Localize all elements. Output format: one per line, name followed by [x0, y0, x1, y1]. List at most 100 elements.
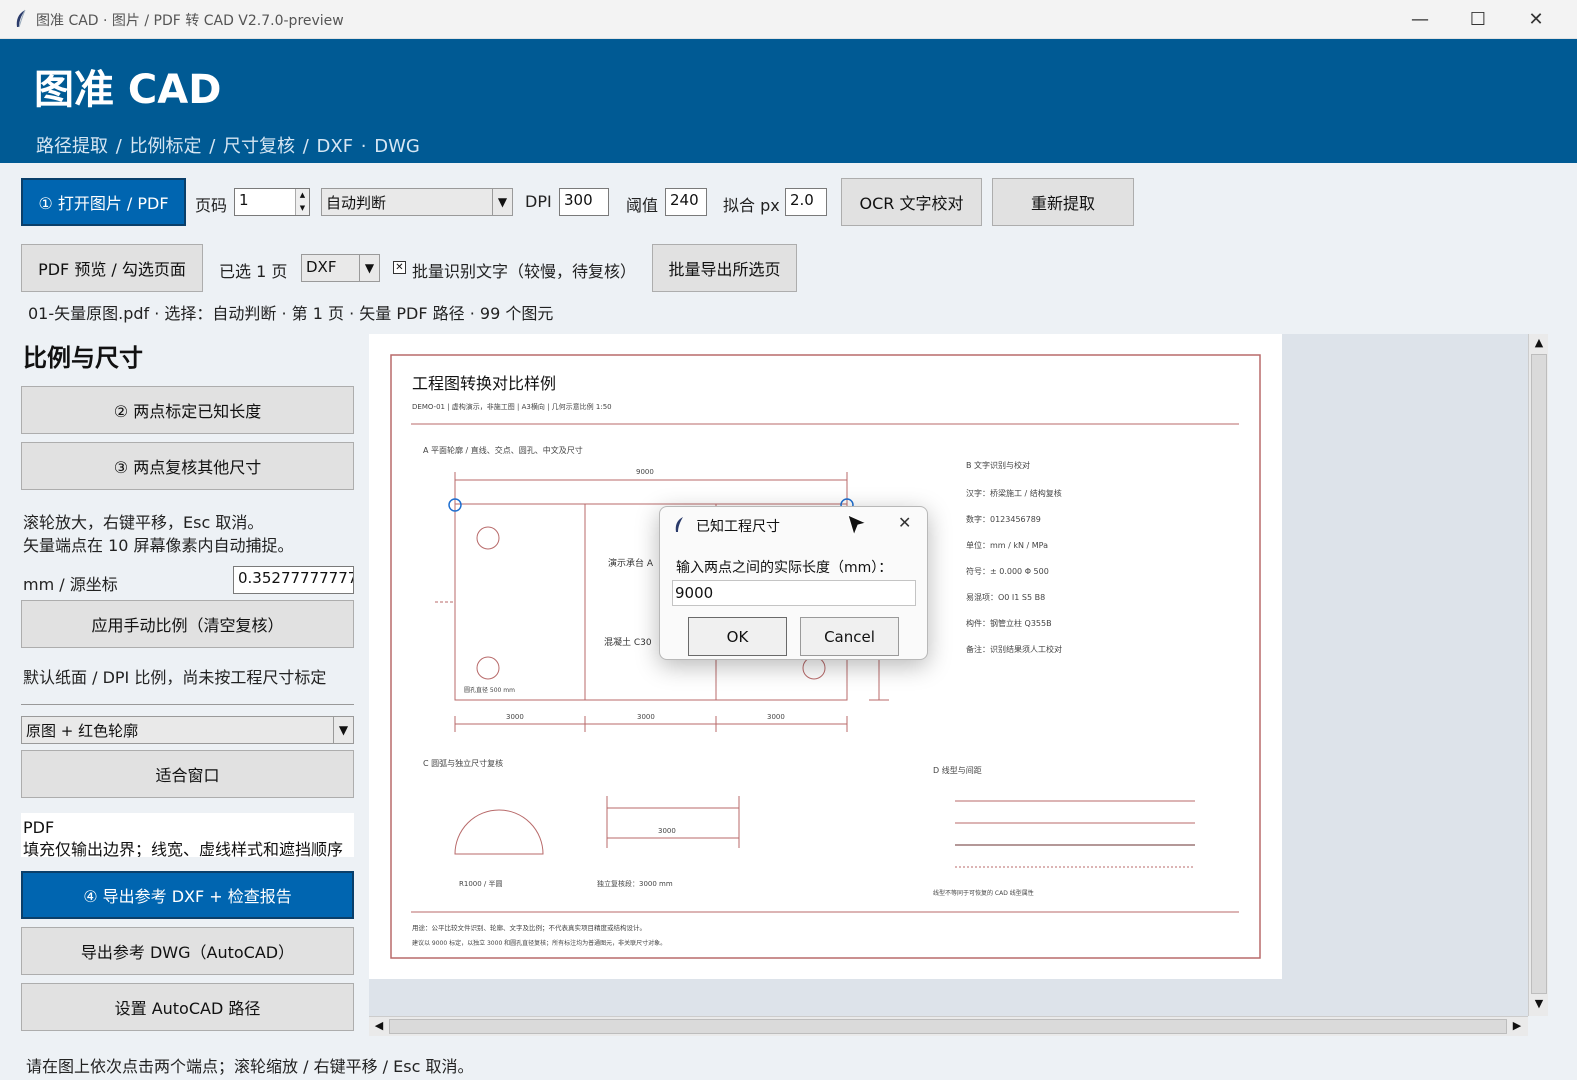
scale-input[interactable]: 0.352777777778	[233, 566, 354, 594]
page-value: 1	[239, 191, 249, 209]
length-input[interactable]: 9000	[672, 580, 916, 606]
pdf-preview-button[interactable]: PDF 预览 / 勾选页面	[21, 244, 203, 292]
section-b-title: B 文字识别与校对	[966, 461, 1031, 470]
page-spinbox[interactable]: 1 ▲ ▼	[234, 188, 310, 216]
fit-px-label: 拟合 px	[723, 196, 780, 215]
section-a-title: A 平面轮廓 / 直线、交点、圆孔、中文及尺寸	[423, 446, 583, 455]
spin-down-icon[interactable]: ▼	[296, 202, 309, 215]
title-bar: 图准 CAD · 图片 / PDF 转 CAD V2.7.0-preview —…	[0, 0, 1577, 39]
scale-status: 默认纸面 / DPI 比例，尚未按工程尺寸标定	[23, 668, 327, 687]
drawing-subtitle: DEMO-01 | 虚构演示，非施工图 | A3横向 | 几何示意比例 1:50	[412, 403, 612, 411]
b-line: 构件：钢管立柱 Q355B	[966, 619, 1052, 628]
apply-scale-button[interactable]: 应用手动比例（清空复核）	[21, 600, 354, 648]
arc-label: R1000 / 半圆	[459, 880, 503, 888]
view-mode-select[interactable]: 原图 + 红色轮廓 ▼	[21, 716, 354, 744]
mouse-cursor-icon	[847, 514, 868, 537]
dim-3000-c: 3000	[767, 713, 785, 721]
cancel-button[interactable]: Cancel	[800, 617, 899, 656]
export-dxf-button[interactable]: ④ 导出参考 DXF + 检查报告	[21, 871, 354, 919]
c-dim: 3000	[658, 827, 676, 835]
close-button[interactable]: ✕	[1507, 0, 1565, 39]
b-line: 易混项：O0 I1 S5 B8	[966, 593, 1046, 602]
section-d-title: D 线型与间距	[933, 766, 982, 775]
footer-line-2: 建议以 9000 标定，以独立 3000 和圆孔直径复核；所有标注均为普通图元，…	[412, 940, 667, 947]
scroll-left-icon[interactable]: ◀	[371, 1019, 387, 1035]
help-text-2: 矢量端点在 10 屏幕像素内自动捕捉。	[23, 536, 294, 555]
app-feather-icon	[675, 517, 683, 532]
b-line: 数字：0123456789	[966, 515, 1041, 524]
dialog-close-icon[interactable]: ✕	[898, 513, 911, 532]
file-info: 01-矢量原图.pdf · 选择：自动判断 · 第 1 页 · 矢量 PDF 路…	[28, 304, 554, 323]
ocr-verify-button[interactable]: OCR 文字校对	[841, 178, 982, 226]
sidebar-heading: 比例与尺寸	[23, 344, 143, 372]
threshold-label: 阈值	[626, 196, 659, 215]
batch-ocr-label[interactable]: 批量识别文字（较慢，待复核）	[412, 258, 636, 282]
b-line: 汉字：桥梁施工 / 结构复核	[966, 489, 1062, 498]
scale-label: mm / 源坐标	[23, 575, 118, 594]
dim-3000-b: 3000	[637, 713, 655, 721]
fit-px-input[interactable]: 2.0	[785, 188, 827, 216]
verify-dimension-button[interactable]: ③ 两点复核其他尺寸	[21, 442, 354, 490]
note-line-2: 填充仅输出边界；线宽、虚线样式和遮挡顺序	[23, 840, 344, 857]
batch-export-button[interactable]: 批量导出所选页	[652, 244, 797, 292]
format-value: DXF	[306, 258, 337, 276]
spin-up-icon[interactable]: ▲	[296, 189, 309, 202]
pdf-note-box: PDF 填充仅输出边界；线宽、虚线样式和遮挡顺序	[21, 813, 354, 857]
scroll-thumb[interactable]	[1531, 354, 1547, 994]
label-platform: 演示承台 A	[608, 559, 654, 569]
dialog-title: 已知工程尺寸	[696, 519, 780, 535]
scroll-right-icon[interactable]: ▶	[1509, 1019, 1525, 1035]
horizontal-scrollbar[interactable]: ◀ ▶	[369, 1016, 1528, 1036]
drawing-title: 工程图转换对比样例	[412, 374, 557, 393]
b-line: 备注：识别结果须人工校对	[966, 645, 1062, 654]
batch-ocr-checkbox[interactable]: ✕	[393, 261, 406, 274]
ok-button[interactable]: OK	[688, 617, 787, 656]
scroll-up-icon[interactable]: ▲	[1531, 336, 1547, 352]
brand-title: 图准 CAD	[34, 67, 222, 113]
drawing-canvas[interactable]: 工程图转换对比样例 DEMO-01 | 虚构演示，非施工图 | A3横向 | 几…	[369, 334, 1528, 1016]
status-bar: 请在图上依次点击两个端点；滚轮缩放 / 右键平移 / Esc 取消。	[26, 1057, 474, 1076]
reextract-button[interactable]: 重新提取	[992, 178, 1134, 226]
note-line-1: PDF	[23, 818, 55, 837]
d-note: 线型不等同于可恢复的 CAD 线型属性	[933, 890, 1034, 897]
dpi-label: DPI	[525, 192, 552, 211]
dialog-prompt: 输入两点之间的实际长度（mm）：	[676, 560, 893, 576]
mode-value: 自动判断	[326, 194, 387, 212]
scroll-thumb[interactable]	[389, 1019, 1507, 1034]
chevron-down-icon: ▼	[492, 189, 512, 215]
chevron-down-icon: ▼	[333, 717, 353, 743]
scroll-down-icon[interactable]: ▼	[1531, 997, 1547, 1013]
minimize-button[interactable]: —	[1391, 0, 1449, 39]
format-select[interactable]: DXF ▼	[301, 254, 380, 282]
b-line: 符号：± 0.000 Φ 500	[966, 567, 1049, 576]
section-c-title: C 圆弧与独立尺寸复核	[423, 759, 504, 768]
chevron-down-icon: ▼	[359, 255, 379, 281]
autocad-path-button[interactable]: 设置 AutoCAD 路径	[21, 983, 354, 1031]
vertical-scrollbar[interactable]: ▲ ▼	[1528, 334, 1548, 1016]
b-line: 单位：mm / kN / MPa	[966, 541, 1049, 550]
threshold-input[interactable]: 240	[665, 188, 707, 216]
dpi-input[interactable]: 300	[559, 188, 609, 216]
view-mode-value: 原图 + 红色轮廓	[26, 722, 139, 740]
window-title: 图准 CAD · 图片 / PDF 转 CAD V2.7.0-preview	[36, 13, 344, 29]
header-banner: 图准 CAD 路径提取 / 比例标定 / 尺寸复核 / DXF · DWG	[0, 39, 1577, 163]
mode-select[interactable]: 自动判断 ▼	[321, 188, 513, 216]
footer-line-1: 用途：公平比较文件识别、轮廓、文字及比例；不代表真实项目精度或结构设计。	[412, 924, 646, 932]
maximize-button[interactable]: ☐	[1449, 0, 1507, 39]
dim-3000-a: 3000	[506, 713, 524, 721]
fit-window-button[interactable]: 适合窗口	[21, 750, 354, 798]
divider	[21, 704, 354, 705]
open-file-button[interactable]: ① 打开图片 / PDF	[21, 178, 186, 226]
calibrate-button[interactable]: ② 两点标定已知长度	[21, 386, 354, 434]
feature-breadcrumb: 路径提取 / 比例标定 / 尺寸复核 / DXF · DWG	[36, 136, 420, 157]
page-label: 页码	[195, 196, 228, 215]
export-dwg-button[interactable]: 导出参考 DWG（AutoCAD）	[21, 927, 354, 975]
c-dim-label: 独立复核段：3000 mm	[597, 880, 673, 888]
app-feather-icon	[16, 9, 26, 28]
known-length-dialog: 已知工程尺寸 ✕ 输入两点之间的实际长度（mm）： 9000 OK Cancel	[659, 506, 928, 660]
help-text-1: 滚轮放大，右键平移，Esc 取消。	[23, 513, 264, 532]
selected-pages-text: 已选 1 页	[219, 262, 288, 281]
label-concrete: 混凝土 C30	[604, 638, 652, 648]
label-hole: 圆孔直径 500 mm	[464, 687, 515, 694]
dim-9000: 9000	[636, 468, 654, 476]
